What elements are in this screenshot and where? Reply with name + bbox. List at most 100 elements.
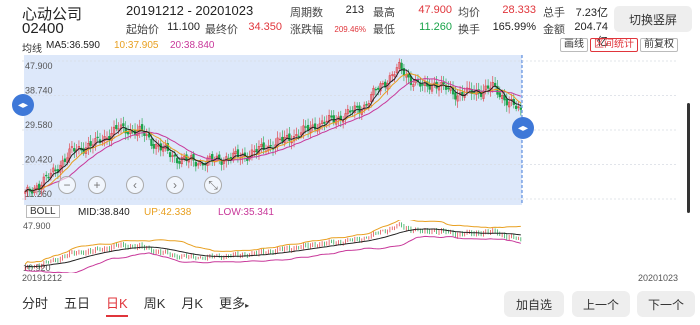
range-end-handle[interactable]: ◂▸	[512, 117, 534, 139]
turnover-rate-label: 换手	[458, 24, 480, 36]
x-axis-end-date: 20201023	[637, 273, 678, 283]
candle-body	[519, 107, 522, 110]
high-value: 47.900	[418, 4, 452, 16]
candle-body	[297, 135, 300, 138]
stock-code: 02400	[22, 20, 64, 37]
add-watchlist-button[interactable]: 加自选	[504, 291, 564, 317]
candle-body	[38, 183, 41, 189]
date-range: 20191212 - 20201023	[126, 3, 254, 18]
candle-body	[220, 161, 223, 165]
candle-body	[447, 87, 450, 90]
candle-body	[374, 88, 378, 91]
candle-body	[45, 174, 48, 177]
y-tick-label: 47.900	[25, 61, 53, 71]
amount-label: 金额	[543, 24, 565, 36]
candle-body	[115, 125, 118, 130]
candle-body	[152, 144, 155, 149]
boll-up-value: UP:42.338	[144, 207, 192, 218]
candle-body	[400, 62, 403, 71]
quote-header: 心动公司 02400 20191212 - 20201023 起始价 11.10…	[0, 0, 700, 48]
candle-body	[168, 152, 172, 158]
scrollbar[interactable]	[687, 103, 690, 213]
candle-body	[442, 82, 445, 85]
candle-body	[194, 161, 197, 167]
candle-body	[515, 105, 518, 109]
candle-body	[486, 85, 490, 89]
candle-body	[178, 161, 181, 164]
main-indicator-label[interactable]: 均线	[22, 40, 42, 55]
tab-five-day[interactable]: 五日	[64, 295, 90, 317]
candle-body	[281, 136, 284, 142]
candle-body	[175, 157, 179, 164]
candle-body	[330, 115, 333, 118]
boll-low-value: LOW:35.341	[218, 207, 274, 218]
boll-indicator-strip: BOLL MID:38.840 UP:42.338 LOW:35.341	[22, 205, 678, 220]
boll-indicator-label[interactable]: BOLL	[26, 205, 60, 218]
turnover-rate-value: 165.99%	[492, 21, 536, 33]
tab-more-label: 更多	[219, 296, 246, 311]
period-tabs: 分时 五日 日K 周K 月K 更多▸	[22, 295, 265, 317]
forward-adjust-button[interactable]: 前复权	[640, 38, 678, 52]
candle-body	[126, 131, 130, 135]
candle-body	[255, 148, 258, 153]
candle-body	[377, 87, 380, 90]
candle-body	[323, 122, 326, 124]
candle-body	[150, 138, 153, 146]
pan-left-icon[interactable]: ‹	[126, 176, 144, 194]
period-count-label: 周期数	[290, 7, 323, 19]
tab-more[interactable]: 更多▸	[219, 295, 249, 317]
candle-body	[332, 115, 335, 123]
period-count-value: 213	[345, 4, 364, 16]
start-price-value: 11.100	[167, 21, 200, 33]
tab-daily-k[interactable]: 日K	[106, 295, 128, 317]
candle-body	[493, 82, 497, 86]
ma20-value: 20:38.840	[170, 40, 215, 51]
boll-mid-value: MID:38.840	[78, 207, 130, 218]
candle-body	[407, 73, 410, 78]
candle-body	[351, 110, 354, 112]
zoom-out-icon[interactable]: −	[58, 176, 76, 194]
switch-portrait-button[interactable]: 切换竖屏	[614, 6, 692, 32]
candle-body	[73, 148, 76, 152]
candle-body	[288, 133, 291, 141]
change-value: 209.46%	[334, 25, 366, 34]
change-label: 涨跌幅	[290, 24, 323, 36]
avg-label: 均价	[458, 7, 480, 19]
tab-monthly-k[interactable]: 月K	[181, 295, 203, 317]
candle-body	[122, 123, 125, 127]
candle-body	[421, 84, 424, 86]
candle-body	[402, 68, 406, 76]
y-tick-label: 38.740	[25, 86, 53, 96]
range-stats-button[interactable]: 区间统计	[590, 38, 638, 52]
range-start-handle[interactable]: ◂▸	[12, 94, 34, 116]
reset-range-icon[interactable]: ⤡	[204, 176, 222, 194]
end-price-value: 34.350	[248, 21, 282, 33]
avg-value: 28.333	[502, 4, 536, 16]
x-axis-start-date: 20191212	[22, 273, 63, 283]
ma10-value: 10:37.905	[114, 40, 159, 51]
candle-body	[47, 176, 50, 179]
candle-body	[96, 136, 99, 139]
candle-body	[140, 124, 144, 131]
boll-chart[interactable]: 47.90010.920	[22, 220, 678, 273]
y-tick-label: 29.580	[25, 120, 53, 130]
tab-intraday[interactable]: 分时	[22, 295, 48, 317]
zoom-in-icon[interactable]: +	[88, 176, 106, 194]
kline-chart[interactable]: 47.90038.74029.58020.42011.260	[22, 55, 678, 205]
pan-right-icon[interactable]: ›	[166, 176, 184, 194]
candle-body	[454, 92, 457, 100]
prev-stock-button[interactable]: 上一个	[572, 291, 630, 317]
chart-tool-buttons: 画线 区间统计 前复权	[560, 38, 678, 52]
draw-line-button[interactable]: 画线	[560, 38, 588, 52]
low-label: 最低	[373, 24, 395, 36]
y-tick-label: 20.420	[25, 155, 53, 165]
total-vol-label: 总手	[543, 7, 565, 19]
boll-up-line	[24, 220, 521, 265]
tab-weekly-k[interactable]: 周K	[144, 295, 166, 317]
candle-body	[304, 126, 307, 128]
low-value: 11.260	[419, 21, 452, 33]
boll-y-top-label: 47.900	[23, 221, 51, 231]
ma5-value: MA5:36.590	[46, 40, 100, 51]
candle-body	[63, 158, 67, 162]
next-stock-button[interactable]: 下一个	[637, 291, 695, 317]
